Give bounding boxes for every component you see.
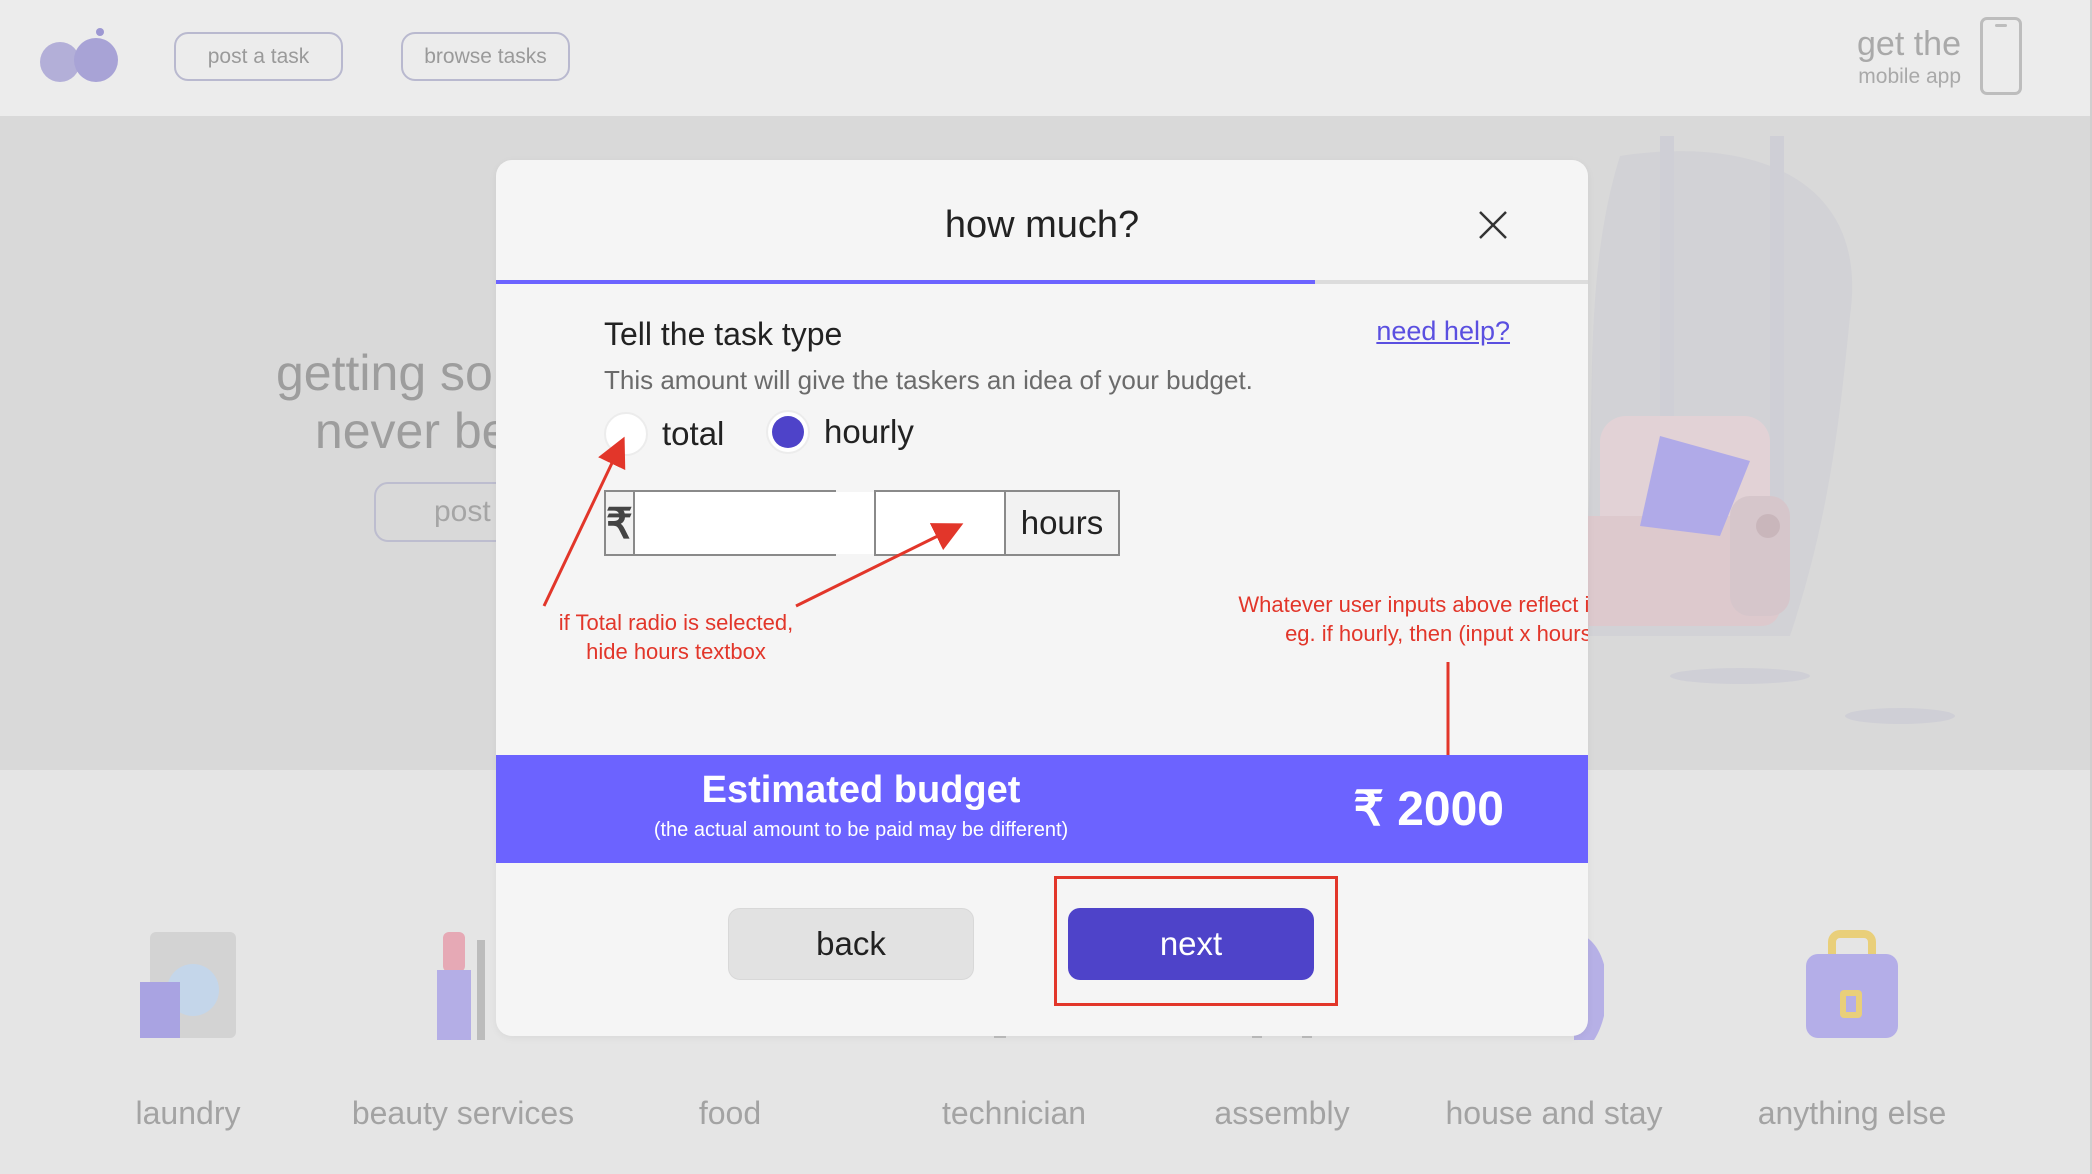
category-label: anything else	[1757, 1095, 1947, 1131]
rupee-icon: ₹	[606, 492, 635, 554]
back-button[interactable]: back	[728, 908, 974, 980]
budget-description: This amount will give the taskers an ide…	[604, 365, 1253, 395]
radio-circle-unselected[interactable]	[604, 412, 648, 456]
radio-label-total: total	[662, 415, 725, 452]
hours-unit-label: hours	[1006, 492, 1118, 554]
mobile-phone-icon	[1980, 17, 2022, 95]
estimated-budget-bar: Estimated budget (the actual amount to b…	[496, 755, 1588, 863]
category-label: assembly	[1214, 1095, 1350, 1131]
bag-icon	[1806, 930, 1898, 1038]
radio-hourly[interactable]: hourly	[766, 410, 914, 454]
budget-note: (the actual amount to be paid may be dif…	[653, 819, 1069, 841]
progress-bar-fill	[496, 280, 1315, 284]
category-anything-else[interactable]: anything else	[1722, 930, 1982, 1132]
radio-label-hourly: hourly	[824, 413, 914, 450]
radio-total[interactable]: total	[604, 412, 724, 456]
get-app-line1: get the	[1857, 25, 1961, 63]
top-navigation-bar: post a task browse tasks get the mobile …	[0, 0, 2092, 116]
budget-label: Estimated budget	[701, 769, 1021, 811]
category-laundry[interactable]: laundry	[58, 930, 318, 1132]
need-help-link[interactable]: need help?	[1376, 316, 1510, 347]
category-label: laundry	[135, 1095, 241, 1131]
hours-field: hours	[874, 490, 1120, 556]
get-mobile-app-link[interactable]: get the mobile app	[1857, 24, 1961, 90]
window-edge	[2090, 0, 2092, 1174]
category-label: beauty services	[351, 1095, 575, 1131]
radio-selected-dot	[772, 416, 804, 448]
app-logo[interactable]	[40, 26, 126, 88]
modal-title: how much?	[944, 204, 1140, 246]
next-button[interactable]: next	[1068, 908, 1314, 980]
task-type-heading: Tell the task type	[604, 316, 843, 352]
amount-field: ₹	[604, 490, 1016, 556]
close-icon[interactable]	[1478, 210, 1508, 240]
category-label: house and stay	[1445, 1095, 1663, 1131]
radio-circle-selected[interactable]	[766, 410, 810, 454]
browse-tasks-button[interactable]: browse tasks	[401, 32, 570, 81]
post-a-task-button[interactable]: post a task	[174, 32, 343, 81]
get-app-line2: mobile app	[1858, 65, 1961, 88]
category-label: food	[698, 1095, 762, 1131]
annotation-reflect-input: Whatever user inputs above reflect it he…	[1238, 592, 1588, 646]
progress-bar	[496, 280, 1588, 284]
annotation-hide-hours: if Total radio is selected, hide hours t…	[558, 610, 794, 664]
category-label: technician	[941, 1095, 1087, 1131]
budget-value: ₹ 2000	[1353, 783, 1504, 836]
hours-input[interactable]	[876, 492, 1006, 554]
washing-machine-icon	[140, 932, 236, 1038]
budget-modal: how much? Tell the task type need help? …	[496, 160, 1588, 1036]
